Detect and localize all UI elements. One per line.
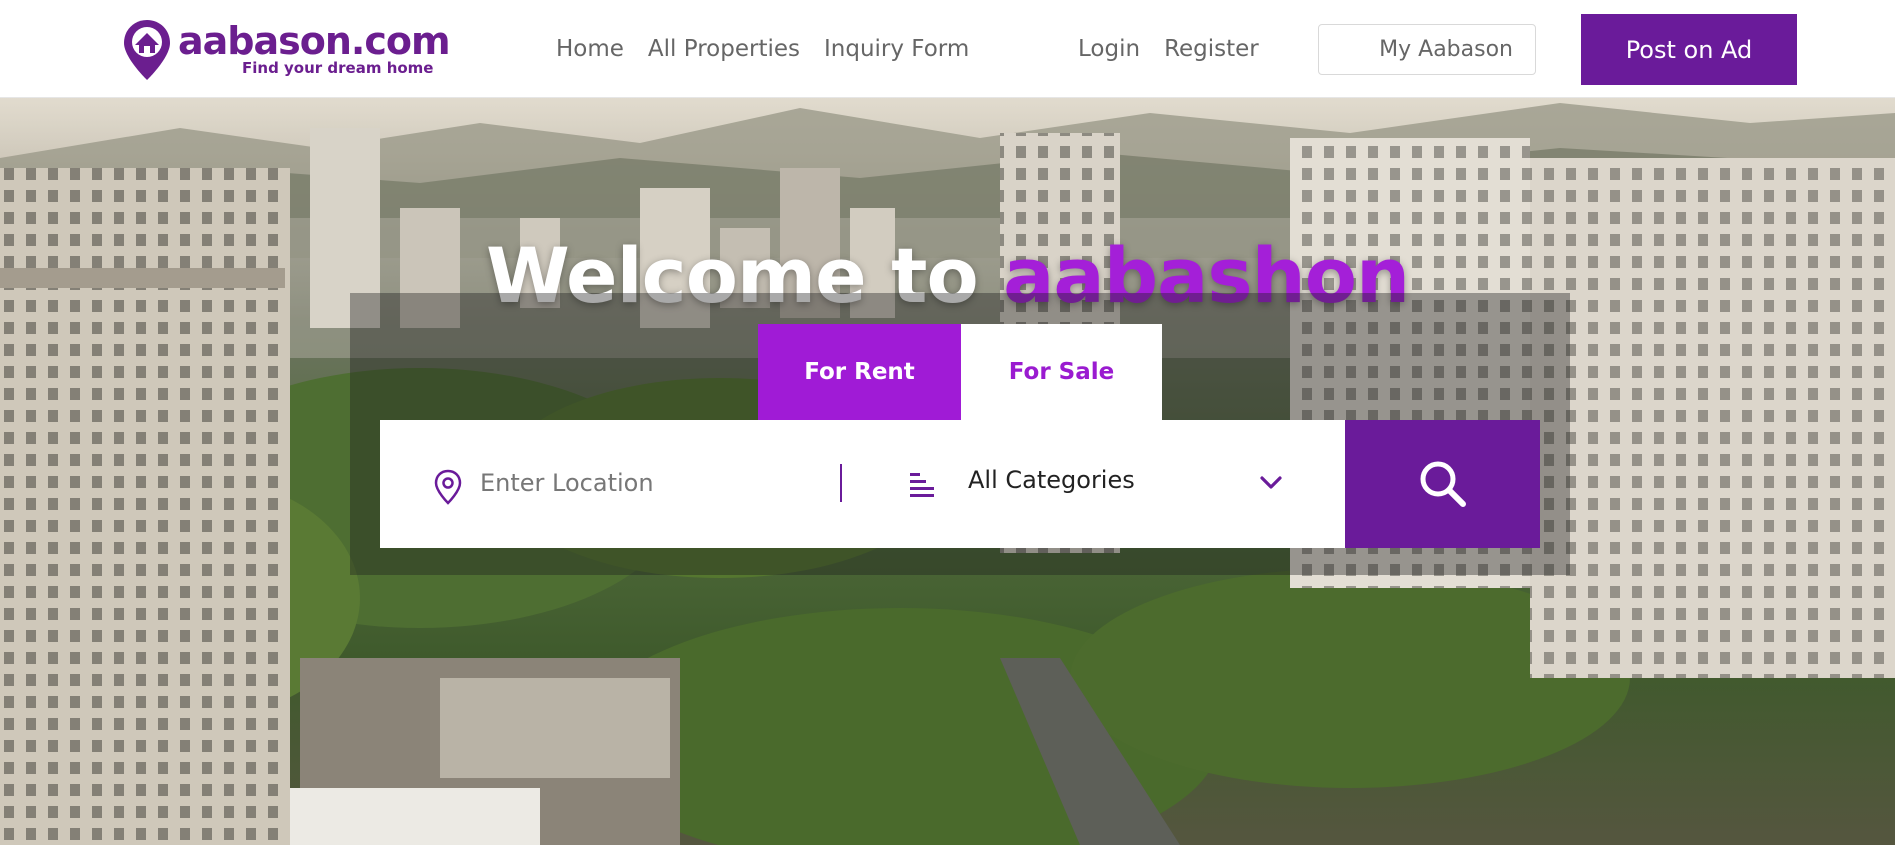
site-header: aabason.com Find your dream home Home Al… (0, 0, 1895, 98)
location-input[interactable] (480, 462, 820, 504)
nav-inquiry-form[interactable]: Inquiry Form (824, 36, 969, 62)
category-select[interactable]: All Categories (968, 458, 1308, 508)
search-icon (1420, 461, 1466, 507)
chevron-down-icon (1260, 476, 1282, 489)
list-icon (910, 473, 934, 497)
main-nav: Home All Properties Inquiry Form (556, 30, 993, 68)
my-account-button[interactable]: My Aabason (1318, 24, 1536, 75)
house-pin-icon (124, 20, 170, 80)
nav-all-properties[interactable]: All Properties (648, 36, 800, 62)
nav-home[interactable]: Home (556, 36, 624, 62)
map-pin-icon (434, 469, 462, 505)
logo-tagline: Find your dream home (242, 59, 434, 77)
nav-register[interactable]: Register (1164, 36, 1259, 62)
tab-for-sale[interactable]: For Sale (961, 324, 1162, 420)
logo[interactable]: aabason.com Find your dream home (122, 18, 451, 82)
post-ad-button[interactable]: Post on Ad (1581, 14, 1797, 85)
auth-nav: Login Register (1078, 30, 1283, 68)
category-selected-value: All Categories (968, 466, 1135, 494)
search-button[interactable] (1345, 420, 1540, 548)
nav-login[interactable]: Login (1078, 36, 1140, 62)
tab-for-rent[interactable]: For Rent (758, 324, 961, 420)
search-divider (840, 464, 842, 502)
